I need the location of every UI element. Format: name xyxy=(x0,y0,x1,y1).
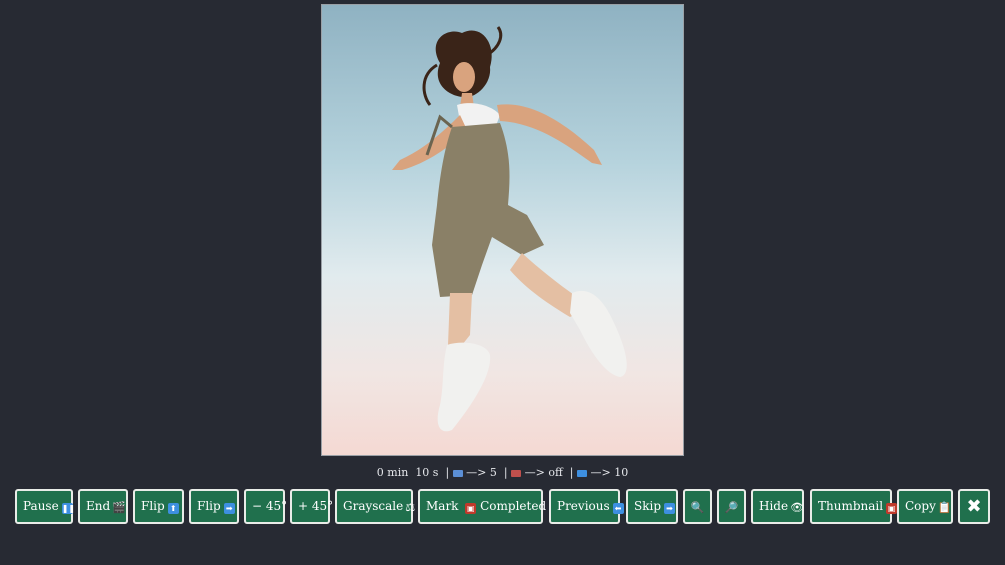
bus-icon xyxy=(511,470,522,477)
image-icon: ▣ xyxy=(465,503,477,514)
grayscale-label: Grayscale xyxy=(343,499,404,513)
rotate-plus-button[interactable]: + 45° xyxy=(290,489,334,524)
skip-button[interactable]: Skip ➡ xyxy=(626,489,678,524)
jumping-woman-figure xyxy=(392,26,627,432)
hide-label: Hide xyxy=(759,499,789,513)
viewer-app: 0 min 10 s | —> 5 | —> off | —> 10 Pause… xyxy=(0,0,1005,565)
auto-value: —> off xyxy=(524,466,563,479)
pause-button[interactable]: Pause ❚❚ xyxy=(15,489,76,524)
counter-icon xyxy=(452,470,463,477)
separator: | xyxy=(503,466,508,479)
zoom-in-button[interactable]: 🔍 xyxy=(683,489,712,524)
mark-completed-button[interactable]: Mark ▣ Completed✔ xyxy=(418,489,561,524)
pause-label: Pause xyxy=(23,499,59,513)
rotate-minus-button[interactable]: − 45° xyxy=(244,489,288,524)
thumbnail-label: Thumbnail xyxy=(818,499,884,513)
arrow-left-icon: ⬅ xyxy=(612,503,624,514)
timer-seconds: 10 s xyxy=(415,466,439,479)
completed-label: Completed xyxy=(480,499,547,513)
grayscale-button[interactable]: Grayscale ⚖ xyxy=(335,489,416,524)
mark-label: Mark xyxy=(426,499,459,513)
zoom-in-icon: 🔍 xyxy=(690,501,705,514)
previous-button[interactable]: Previous ⬅ xyxy=(549,489,624,524)
timer-minutes: 0 min xyxy=(376,466,409,479)
copy-label: Copy xyxy=(905,499,936,513)
scales-icon: ⚖ xyxy=(405,501,416,514)
main-image xyxy=(321,4,684,456)
flip-vertical-button[interactable]: Flip ⬆ xyxy=(133,489,184,524)
image-icon: ▣ xyxy=(886,503,898,514)
zoom-out-icon: 🔎 xyxy=(724,501,739,514)
clapperboard-icon: 🎬 xyxy=(112,501,126,514)
arrow-right-icon: ➡ xyxy=(223,503,235,514)
rotate-plus-label: + 45° xyxy=(298,499,334,513)
close-button[interactable]: ✖ xyxy=(958,489,990,524)
end-label: End xyxy=(86,499,111,513)
thumbnail-button[interactable]: Thumbnail ▣ xyxy=(810,489,898,524)
flip-horizontal-button[interactable]: Flip ➡ xyxy=(189,489,239,524)
arrow-right-icon: ➡ xyxy=(664,503,676,514)
separator: | xyxy=(569,466,574,479)
skip-label: Skip xyxy=(634,499,662,513)
pause-icon: ❚❚ xyxy=(61,503,76,514)
rotate-minus-label: − 45° xyxy=(252,499,288,513)
copy-button[interactable]: Copy 📋 xyxy=(897,489,953,524)
folder-icon xyxy=(576,470,587,477)
arrow-up-icon: ⬆ xyxy=(167,503,179,514)
flip-vertical-label: Flip xyxy=(141,499,165,513)
clipboard-icon: 📋 xyxy=(937,501,952,514)
counter-value: —> 5 xyxy=(466,466,497,479)
flip-horizontal-label: Flip xyxy=(197,499,221,513)
folder-value: —> 10 xyxy=(590,466,629,479)
previous-label: Previous xyxy=(557,499,610,513)
end-button[interactable]: End 🎬 xyxy=(78,489,128,524)
eye-icon: 👁 xyxy=(790,501,805,514)
status-bar: 0 min 10 s | —> 5 | —> off | —> 10 xyxy=(0,466,1005,479)
close-icon: ✖ xyxy=(966,496,982,517)
hide-button[interactable]: Hide 👁 xyxy=(751,489,804,524)
separator: | xyxy=(445,466,450,479)
zoom-out-button[interactable]: 🔎 xyxy=(717,489,746,524)
